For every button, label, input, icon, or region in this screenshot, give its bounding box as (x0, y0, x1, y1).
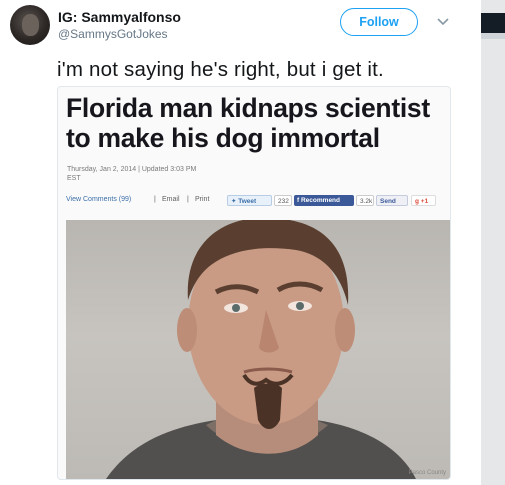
headline-line-2: to make his dog immortal (66, 123, 380, 153)
background-nav-bar (481, 13, 505, 33)
email-link: Email (162, 196, 180, 203)
article-headline: Florida man kidnaps scientist to make hi… (66, 93, 446, 153)
tweet-share-pill: ✦ Tweet (227, 195, 272, 206)
article-share-bar: View Comments (99) | Email | Print ✦ Twe… (66, 195, 450, 207)
recommend-label: Recommend (300, 197, 340, 204)
background-page (481, 0, 505, 485)
gplus-icon: g (415, 198, 419, 205)
mugshot-photo: Pasco County (66, 220, 450, 479)
view-comments-link: View Comments (99) (66, 196, 132, 203)
follow-button[interactable]: Follow (340, 8, 418, 36)
print-link: Print (195, 196, 210, 203)
display-name[interactable]: IG: Sammyalfonso (58, 9, 181, 25)
tweet-media-image[interactable]: Florida man kidnaps scientist to make hi… (57, 86, 451, 480)
dateline-line-2: EST (67, 175, 81, 182)
share-separator: | (187, 196, 189, 203)
avatar[interactable] (10, 5, 50, 45)
tweet-share-label: Tweet (238, 198, 257, 205)
headline-line-1: Florida man kidnaps scientist (66, 93, 430, 123)
user-handle[interactable]: @SammysGotJokes (58, 27, 168, 41)
tweet-text: i'm not saying he's right, but i get it. (57, 58, 384, 81)
chevron-down-icon[interactable] (436, 14, 450, 28)
photo-credit: Pasco County (408, 470, 446, 476)
gplus-pill: g +1 (411, 195, 436, 206)
background-divider (481, 33, 505, 39)
mugshot-illustration (106, 220, 416, 479)
gplus-label: +1 (420, 198, 429, 205)
dateline-line-1: Thursday, Jan 2, 2014 | Updated 3:03 PM (67, 166, 197, 173)
recommend-count: 3.2k (356, 195, 374, 206)
tweet-count: 232 (274, 195, 292, 206)
article-dateline: Thursday, Jan 2, 2014 | Updated 3:03 PM … (67, 165, 267, 183)
recommend-pill: f Recommend (294, 195, 354, 206)
share-separator: | (154, 196, 156, 203)
tweet-card: IG: Sammyalfonso @SammysGotJokes Follow … (0, 0, 481, 485)
twitter-bird-icon: ✦ (231, 198, 237, 205)
send-pill: Send (376, 195, 408, 206)
facebook-icon: f (297, 197, 300, 204)
avatar-face (22, 14, 39, 36)
